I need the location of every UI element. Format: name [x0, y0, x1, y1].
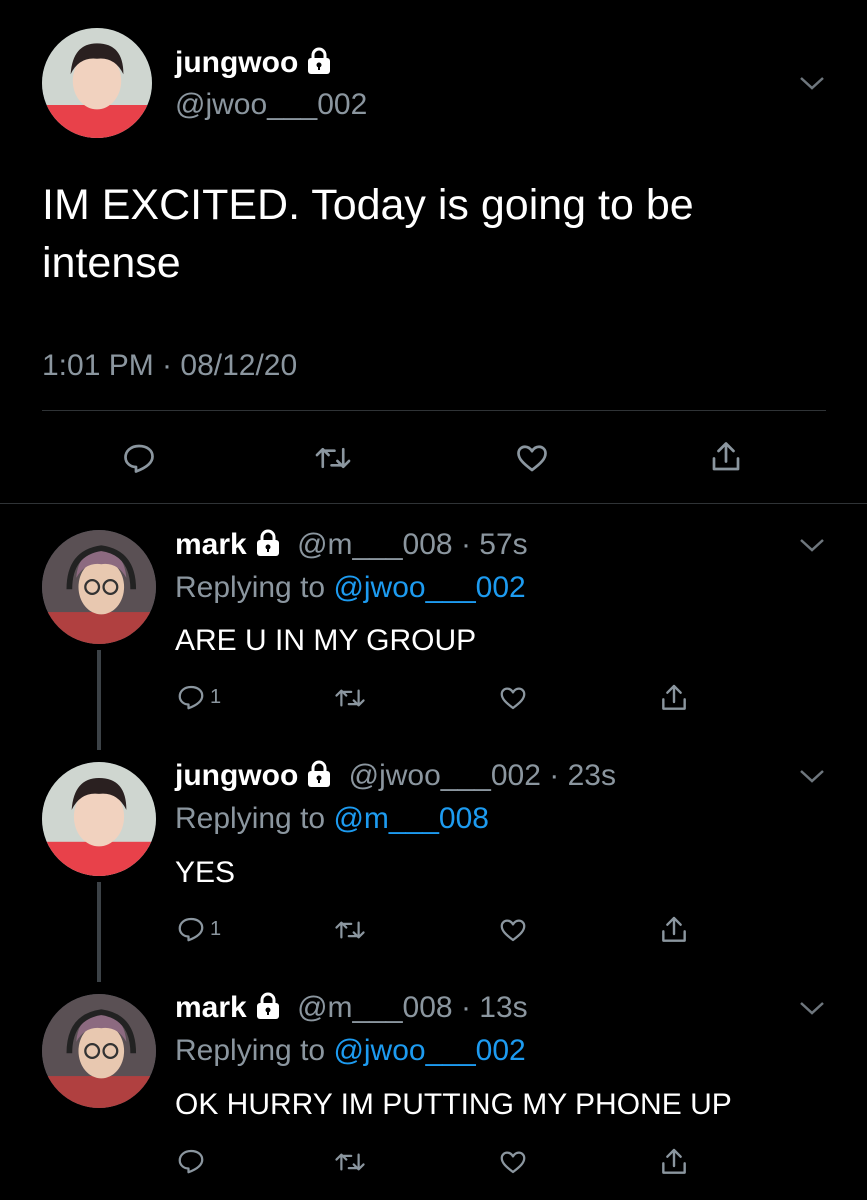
divider: [0, 503, 867, 504]
retweet-icon[interactable]: [334, 683, 366, 713]
retweet-icon[interactable]: [334, 915, 366, 945]
lock-icon: [306, 760, 332, 796]
handle[interactable]: @jwoo___002: [349, 759, 541, 792]
reply-text: ARE U IN MY GROUP: [175, 624, 477, 657]
share-icon[interactable]: [658, 1145, 690, 1179]
replying-to: Replying to @m___008: [175, 802, 489, 835]
share-icon[interactable]: [658, 913, 690, 947]
reply-icon[interactable]: [176, 1146, 210, 1176]
reply-time: · 23s: [549, 759, 616, 792]
divider: [42, 410, 826, 411]
chevron-down-icon[interactable]: [798, 74, 826, 97]
share-icon[interactable]: [658, 681, 690, 715]
retweet-icon[interactable]: [334, 1147, 366, 1177]
handle[interactable]: @m___008: [297, 528, 453, 561]
like-icon[interactable]: [513, 440, 551, 476]
display-name[interactable]: jungwoo: [175, 759, 298, 792]
lock-icon: [255, 992, 281, 1028]
share-icon[interactable]: [708, 438, 744, 476]
reply-count: 1: [210, 685, 222, 708]
reply-time: · 57s: [460, 528, 528, 561]
avatar[interactable]: [42, 530, 156, 644]
mention-link[interactable]: @m___008: [333, 802, 489, 835]
lock-icon: [255, 529, 281, 565]
reply-text: YES: [175, 856, 236, 889]
mention-link[interactable]: @jwoo___002: [333, 1034, 525, 1067]
like-icon[interactable]: [497, 915, 529, 945]
reply-icon[interactable]: 1: [176, 914, 221, 944]
handle[interactable]: @jwoo___002: [175, 88, 367, 122]
replying-to: Replying to @jwoo___002: [175, 1034, 526, 1067]
avatar[interactable]: [42, 762, 156, 876]
chevron-down-icon[interactable]: [798, 767, 826, 790]
reply-icon[interactable]: [121, 440, 157, 476]
thread-line: [97, 882, 101, 982]
display-name[interactable]: mark: [175, 528, 247, 561]
reply-header: jungwoo @jwoo___002 · 23s: [175, 759, 616, 796]
display-name[interactable]: jungwoo: [175, 46, 332, 83]
tweet-text: IM EXCITED. Today is going to be intense: [42, 181, 694, 287]
retweet-icon[interactable]: [314, 440, 352, 476]
timestamp: 1:01 PM · 08/12/20: [42, 349, 298, 382]
replying-to: Replying to @jwoo___002: [175, 571, 526, 604]
chevron-down-icon[interactable]: [798, 999, 826, 1022]
reply-icon[interactable]: 1: [176, 682, 221, 712]
like-icon[interactable]: [497, 683, 529, 713]
chevron-down-icon[interactable]: [798, 536, 826, 559]
reply-header: mark @m___008 · 57s: [175, 528, 528, 565]
thread-line: [97, 650, 101, 750]
handle[interactable]: @m___008: [297, 991, 453, 1024]
mention-link[interactable]: @jwoo___002: [333, 571, 525, 604]
reply-time: · 13s: [460, 991, 528, 1024]
avatar[interactable]: [42, 28, 152, 138]
display-name[interactable]: mark: [175, 991, 247, 1024]
reply-header: mark @m___008 · 13s: [175, 991, 528, 1028]
reply-text: OK HURRY IM PUTTING MY PHONE UP: [175, 1088, 732, 1121]
reply-count: 1: [210, 917, 222, 940]
avatar[interactable]: [42, 994, 156, 1108]
lock-icon: [306, 47, 332, 83]
like-icon[interactable]: [497, 1147, 529, 1177]
